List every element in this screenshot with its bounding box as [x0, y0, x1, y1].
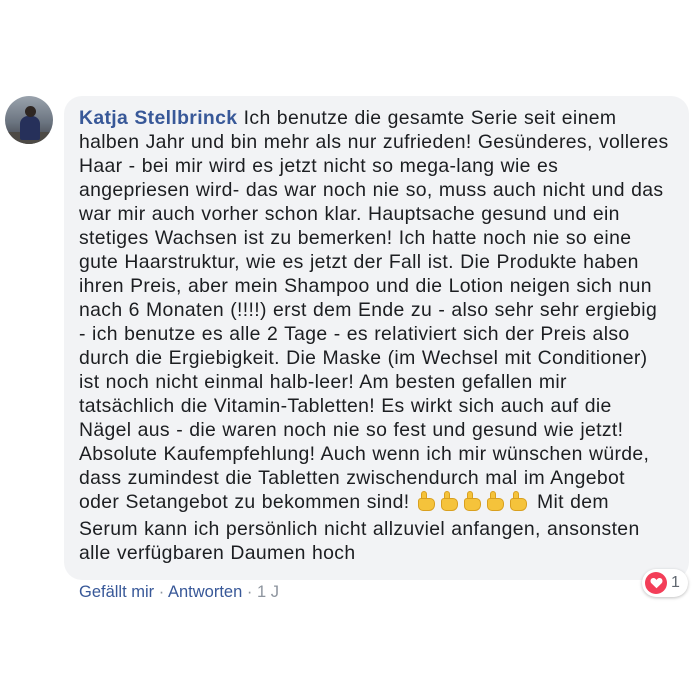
thumbs-up-emoji-icon — [508, 490, 529, 511]
comment-line: Absolute Kaufempfehlung! Auch wenn ich m… — [79, 443, 650, 465]
comment-line: Haar - bei mir wird es jetzt nicht so me… — [79, 155, 559, 177]
action-separator: · — [246, 583, 253, 601]
comment-line: war mir auch vorher schon klar. Hauptsac… — [79, 203, 620, 225]
comment-line: oder Setangebot zu bekommen sind! Mit de… — [79, 490, 675, 517]
comment-text-before-emoji: oder Setangebot zu bekommen sind! — [79, 491, 410, 513]
thumbs-up-emoji-group — [416, 490, 531, 517]
comment-line: alle verfügbaren Daumen hoch — [79, 542, 356, 564]
comment-line: ihren Preis, aber mein Shampoo und die L… — [79, 275, 652, 297]
comment-line: Katja Stellbrinck Ich benutze die gesamt… — [79, 106, 675, 130]
thumbs-up-emoji-icon — [416, 490, 437, 511]
comment-line: tatsächlich die Vitamin-Tabletten! Es wi… — [79, 395, 612, 417]
avatar-figure-head — [25, 106, 36, 117]
comment-timestamp[interactable]: 1 J — [257, 583, 279, 601]
comment-line: Nägel aus - die waren noch nie so fest u… — [79, 419, 624, 441]
comment-line: dass zumindest die Tabletten zwischendur… — [79, 467, 625, 489]
thumbs-up-emoji-icon — [485, 490, 506, 511]
comment-text-first-line: Ich benutze die gesamte Serie seit einem — [243, 107, 617, 129]
action-separator: · — [158, 583, 165, 601]
comment-author[interactable]: Katja Stellbrinck — [79, 107, 237, 129]
avatar[interactable] — [5, 96, 53, 144]
comment-line: ist noch nicht einmal halb-leer! Am best… — [79, 371, 567, 393]
comment-line: halben Jahr und bin mehr als nur zufried… — [79, 131, 669, 153]
comment-bubble: Katja Stellbrinck Ich benutze die gesamt… — [64, 96, 689, 580]
comment-line: - ich benutze es alle 2 Tage - es relati… — [79, 323, 630, 345]
like-link[interactable]: Gefällt mir — [79, 583, 154, 601]
comment-actions: Gefällt mir · Antworten · 1 J — [79, 583, 279, 602]
comment-line: nach 6 Monaten (!!!!) erst dem Ende zu -… — [79, 299, 658, 321]
comment-line: angepriesen wird- das war noch nie so, m… — [79, 179, 664, 201]
reaction-count: 1 — [671, 574, 680, 591]
reaction-summary[interactable]: 1 — [642, 569, 688, 597]
comment-line: Serum kann ich persönlich nicht allzuvie… — [79, 518, 640, 540]
heart-icon — [645, 572, 667, 594]
comment-text-after-emoji: Mit dem — [536, 491, 609, 513]
reply-link[interactable]: Antworten — [168, 583, 242, 601]
comment-line: stetiges Wachsen ist zu bemerken! Ich ha… — [79, 227, 632, 249]
thumbs-up-emoji-icon — [439, 490, 460, 511]
comment-line: durch die Ergiebigkeit. Die Maske (im We… — [79, 347, 648, 369]
comment-line: gute Haarstruktur, wie es jetzt der Fall… — [79, 251, 639, 273]
thumbs-up-emoji-icon — [462, 490, 483, 511]
avatar-figure-body — [20, 116, 40, 140]
comment-text: Katja Stellbrinck Ich benutze die gesamt… — [79, 106, 675, 565]
